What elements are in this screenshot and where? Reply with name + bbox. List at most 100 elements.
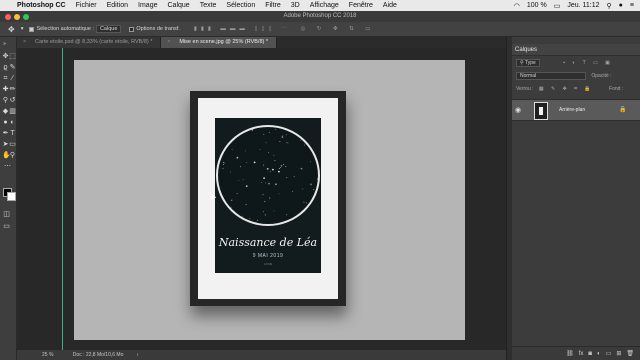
zoom-level[interactable]: 25 % [42, 352, 53, 358]
star [279, 141, 281, 142]
notification-icon[interactable]: ≡ [630, 2, 634, 9]
type-tool-icon[interactable]: T [9, 130, 16, 137]
document-info[interactable]: Doc : 22,8 Mo/10,6 Mo [73, 352, 124, 358]
menu-fenetre[interactable]: Fenêtre [349, 2, 373, 9]
3d-mode-icons[interactable]: ◎ ↻ ✥ ⇅ ▭ [301, 26, 376, 32]
path-select-icon[interactable]: ➤ [2, 141, 9, 148]
menu-edition[interactable]: Edition [107, 2, 128, 9]
lock-icons[interactable]: ▦ ✎ ✥ ⌗ 🔒 [539, 86, 594, 92]
star [249, 218, 251, 220]
eye-icon[interactable]: ◉ [515, 106, 521, 114]
move-tool-icon[interactable]: ✥ [8, 25, 15, 34]
star [263, 134, 265, 136]
screen-mode-icon[interactable]: ▭ [3, 223, 10, 230]
menu-image[interactable]: Image [138, 2, 157, 9]
star [268, 182, 270, 185]
star [283, 163, 285, 165]
star [231, 199, 233, 201]
auto-select-dropdown[interactable]: Calque [95, 25, 122, 33]
chevron-down-icon[interactable]: ▾ [21, 26, 24, 32]
auto-select-checkbox[interactable] [29, 26, 35, 32]
layers-panel-title[interactable]: Calques [515, 47, 537, 53]
clock[interactable]: Jeu. 11:12 [567, 2, 599, 9]
fx-icon[interactable]: fx [579, 351, 584, 357]
star [287, 142, 289, 144]
tab-carte-etoile[interactable]: × Carte etoile.psd @ 8,33% (carte etoile… [17, 37, 162, 48]
history-brush-icon[interactable]: ↺ [9, 97, 16, 104]
group-icon[interactable]: ▭ [606, 350, 612, 357]
quick-select-tool-icon[interactable]: ✎ [9, 64, 16, 71]
battery-label[interactable]: 100 % [527, 2, 547, 9]
marquee-tool-icon[interactable]: ⬚ [9, 53, 16, 60]
collapse-icon[interactable]: » [1, 41, 8, 48]
lasso-tool-icon[interactable]: ϱ [2, 64, 9, 71]
wifi-icon[interactable]: ◠ [514, 2, 520, 10]
quick-mask-icon[interactable]: ◫ [3, 211, 10, 218]
healing-brush-icon[interactable]: ✚ [2, 86, 9, 93]
layer-filter-dropdown[interactable]: ⚲ Type [516, 59, 540, 67]
search-icon[interactable]: ⚲ [607, 2, 612, 10]
close-icon[interactable]: × [167, 37, 170, 48]
crop-tool-icon[interactable]: ⌗ [2, 75, 9, 82]
eraser-tool-icon[interactable]: ◆ [2, 108, 9, 115]
transform-controls-checkbox[interactable] [129, 26, 135, 32]
menu-aide[interactable]: Aide [383, 2, 397, 9]
menu-app-name[interactable]: Photoshop CC [17, 2, 66, 9]
star [305, 202, 307, 204]
close-window-button[interactable] [5, 14, 11, 20]
menu-fichier[interactable]: Fichier [76, 2, 97, 9]
zoom-window-button[interactable] [23, 14, 29, 20]
star [293, 176, 295, 178]
menu-selection[interactable]: Sélection [226, 2, 255, 9]
adjustment-icon[interactable]: ◐ [597, 351, 601, 357]
blur-tool-icon[interactable]: ● [2, 119, 9, 126]
filter-icons[interactable]: ▪ ◐ T ▭ ▣ [563, 60, 613, 66]
clone-stamp-icon[interactable]: ⚲ [2, 97, 9, 104]
star [286, 176, 288, 178]
close-icon[interactable]: × [23, 37, 26, 48]
layer-filter-row: ⚲ Type ▪ ◐ T ▭ ▣ [516, 59, 613, 67]
layer-row[interactable]: ◉ Arrière-plan 🔒 [512, 99, 640, 121]
layer-name[interactable]: Arrière-plan [559, 107, 585, 113]
star [238, 179, 240, 181]
tab-mise-en-scene[interactable]: × Mise en scene.jpg @ 25% (RVB/8) * [161, 37, 278, 48]
new-layer-icon[interactable]: ⊞ [616, 350, 621, 357]
star [265, 142, 267, 144]
blend-mode-dropdown[interactable]: Normal [516, 72, 586, 80]
minimize-window-button[interactable] [14, 14, 20, 20]
siri-icon[interactable]: ● [619, 2, 623, 9]
link-layers-icon[interactable]: ⛓ [566, 350, 574, 357]
layers-panel-footer: ⛓ fx ◙ ◐ ▭ ⊞ 🗑 [512, 346, 640, 360]
star [269, 171, 271, 173]
brush-tool-icon[interactable]: ✏ [9, 86, 16, 93]
status-menu-icon[interactable]: › [137, 352, 139, 358]
pen-tool-icon[interactable]: ✒ [2, 130, 9, 137]
hand-tool-icon[interactable]: ✋ [2, 152, 11, 159]
menu-affichage[interactable]: Affichage [310, 2, 339, 9]
more-tools-icon[interactable]: ⋯ [4, 163, 11, 170]
transform-controls-label: Options de transf. [136, 26, 180, 32]
background-color-swatch[interactable] [7, 192, 16, 201]
shape-tool-icon[interactable]: ▭ [9, 141, 16, 148]
zoom-tool-icon[interactable]: ⚲ [9, 152, 16, 159]
dodge-tool-icon[interactable]: ◐ [9, 119, 16, 126]
align-icons[interactable]: ▮▮▮ ▬▬▬ ▯▯▯ ⋯ [194, 26, 291, 32]
menu-filtre[interactable]: Filtre [265, 2, 281, 9]
gradient-tool-icon[interactable]: ▥ [9, 108, 16, 115]
star [222, 163, 224, 165]
star-field [218, 127, 318, 224]
lock-icon[interactable]: 🔒 [619, 106, 626, 113]
menu-3d[interactable]: 3D [291, 2, 300, 9]
trash-icon[interactable]: 🗑 [626, 350, 634, 357]
star [273, 210, 275, 212]
battery-icon[interactable]: ▭ [554, 2, 561, 10]
menu-texte[interactable]: Texte [200, 2, 217, 9]
menu-calque[interactable]: Calque [168, 2, 190, 9]
move-tool-icon[interactable]: ✥ [2, 53, 9, 60]
star [262, 194, 264, 196]
mask-icon[interactable]: ◙ [588, 351, 592, 357]
star [274, 159, 276, 161]
eyedropper-tool-icon[interactable]: ⁄ [9, 75, 16, 82]
guide-line[interactable] [62, 48, 63, 350]
star [236, 156, 239, 159]
